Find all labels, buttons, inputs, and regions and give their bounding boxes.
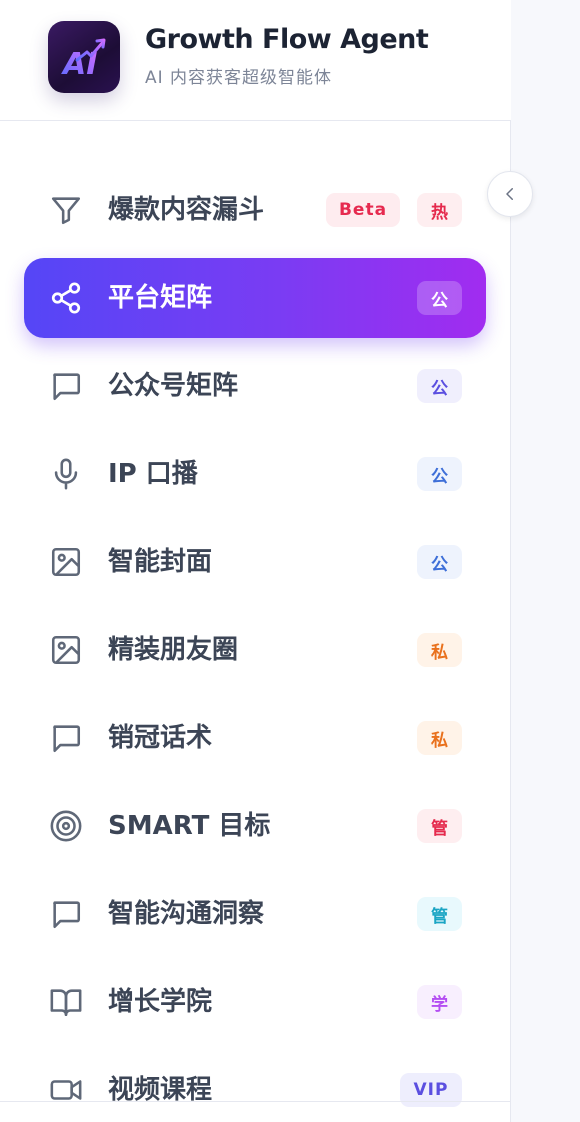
microphone-icon (48, 456, 84, 492)
manage-badge: 管 (417, 809, 462, 843)
divider (0, 1101, 511, 1102)
nav-item-label: 增长学院 (108, 987, 213, 1017)
nav-item-communication-insights[interactable]: 智能沟通洞察 管 (24, 874, 486, 954)
filter-icon (48, 192, 84, 228)
app-title: Growth Flow Agent (145, 24, 429, 55)
hot-badge: 热 (417, 193, 462, 227)
nav-item-viral-funnel[interactable]: 爆款内容漏斗 Beta 热 (24, 170, 486, 250)
video-icon (48, 1072, 84, 1108)
app-logo[interactable]: AI (48, 21, 120, 93)
nav-item-moments[interactable]: 精装朋友圈 私 (24, 610, 486, 690)
book-open-icon (48, 984, 84, 1020)
nav-item-label: 智能封面 (108, 547, 213, 577)
private-badge: 私 (417, 633, 462, 667)
collapse-sidebar-button[interactable] (487, 171, 533, 217)
target-icon (48, 808, 84, 844)
sidebar: AI Growth Flow Agent AI 内容获客超级智能体 爆款内容漏斗… (0, 0, 511, 1122)
nav-item-sales-scripts[interactable]: 销冠话术 私 (24, 698, 486, 778)
chevron-left-icon (501, 185, 519, 203)
public-badge: 公 (417, 545, 462, 579)
nav-item-label: 平台矩阵 (108, 283, 213, 313)
nav-item-label: SMART 目标 (108, 811, 271, 841)
message-square-icon (48, 896, 84, 932)
learn-badge: 学 (417, 985, 462, 1019)
image-icon (48, 544, 84, 580)
nav-item-label: IP 口播 (108, 459, 198, 489)
nav-item-label: 销冠话术 (108, 723, 213, 753)
nav-item-growth-academy[interactable]: 增长学院 学 (24, 962, 486, 1042)
nav-item-ip-voiceover[interactable]: IP 口播 公 (24, 434, 486, 514)
app-subtitle: AI 内容获客超级智能体 (145, 68, 333, 88)
nav-item-label: 爆款内容漏斗 (108, 195, 265, 225)
public-badge: 公 (417, 369, 462, 403)
nav-item-platform-matrix[interactable]: 平台矩阵 公 (24, 258, 486, 338)
nav-item-label: 精装朋友圈 (108, 635, 239, 665)
nav-item-smart-cover[interactable]: 智能封面 公 (24, 522, 486, 602)
nav-item-label: 公众号矩阵 (108, 371, 239, 401)
image-icon (48, 632, 84, 668)
public-badge: 公 (417, 281, 462, 315)
message-square-icon (48, 368, 84, 404)
message-square-icon (48, 720, 84, 756)
nav-item-smart-goals[interactable]: SMART 目标 管 (24, 786, 486, 866)
ai-logo-icon: AI (61, 38, 106, 82)
share-icon (48, 280, 84, 316)
public-badge: 公 (417, 457, 462, 491)
nav-item-official-account-matrix[interactable]: 公众号矩阵 公 (24, 346, 486, 426)
manage-badge: 管 (417, 897, 462, 931)
nav-item-video-courses[interactable]: 视频课程 VIP (24, 1050, 486, 1122)
sidebar-header: AI Growth Flow Agent AI 内容获客超级智能体 (0, 0, 511, 121)
nav-item-label: 视频课程 (108, 1075, 213, 1105)
beta-badge: Beta (326, 193, 400, 227)
nav-item-label: 智能沟通洞察 (108, 899, 265, 929)
svg-text:AI: AI (61, 47, 97, 82)
private-badge: 私 (417, 721, 462, 755)
